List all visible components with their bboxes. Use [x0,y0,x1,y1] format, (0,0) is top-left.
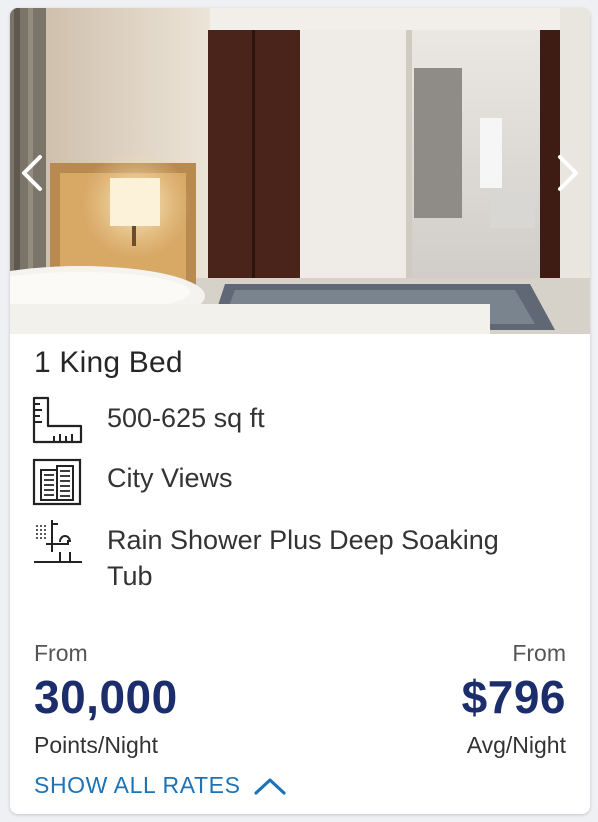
feature-text: 500-625 sq ft [107,403,265,433]
previous-photo-button[interactable] [12,148,52,198]
cash-unit: Avg/Night [466,732,566,758]
cash-from-label: From [512,640,566,666]
points-unit: Points/Night [34,732,159,758]
room-photo-image [10,8,590,334]
chevron-up-icon [253,777,286,795]
room-title: 1 King Bed [34,346,183,379]
feature-text: Rain Shower Plus Deep Soaking Tub [107,525,499,591]
rain-shower-icon [34,520,82,563]
next-photo-button[interactable] [548,148,588,198]
points-from-label: From [34,640,88,666]
show-all-rates-button[interactable]: SHOW ALL RATES [34,772,287,799]
feature-text: City Views [107,463,233,493]
points-price: 30,000 [34,671,178,723]
room-card: 1 King Bed 500-625 sq ft City Views Rain… [10,8,590,814]
room-size-ruler-icon [32,396,83,444]
chevron-right-icon [558,155,578,191]
room-photo[interactable] [10,8,590,334]
city-view-building-icon [32,458,82,506]
show-all-rates-label: SHOW ALL RATES [34,772,241,798]
cash-price: $796 [461,671,566,723]
chevron-left-icon [22,155,42,191]
